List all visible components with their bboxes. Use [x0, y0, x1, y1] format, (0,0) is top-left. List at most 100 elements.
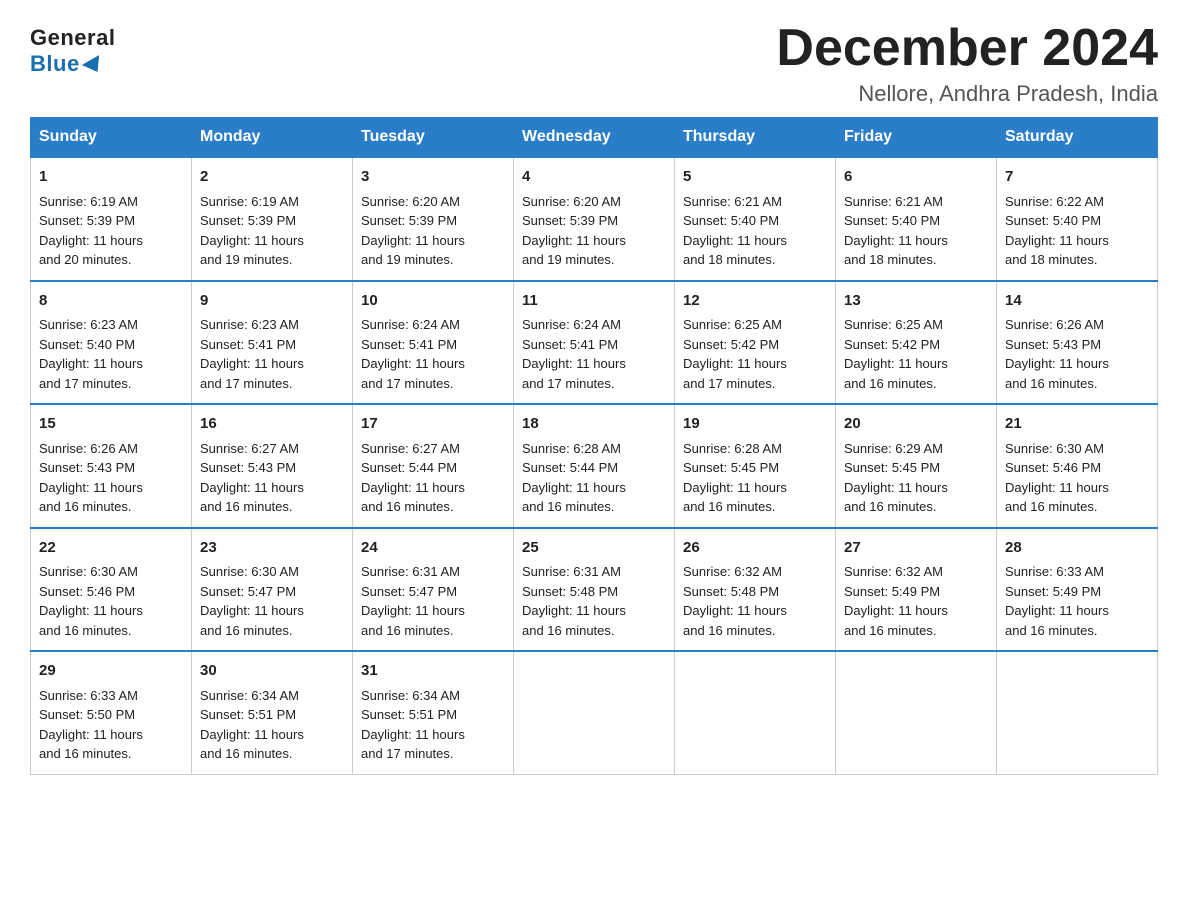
sunrise-text: Sunrise: 6:25 AM: [683, 315, 827, 335]
day-number: 14: [1005, 290, 1149, 313]
daylight-text-line2: and 16 minutes.: [39, 621, 183, 641]
sunset-text: Sunset: 5:40 PM: [39, 335, 183, 355]
calendar-cell-day-6: 6Sunrise: 6:21 AMSunset: 5:40 PMDaylight…: [836, 157, 997, 281]
day-number: 25: [522, 537, 666, 560]
calendar-week-row: 8Sunrise: 6:23 AMSunset: 5:40 PMDaylight…: [31, 281, 1158, 405]
sunrise-text: Sunrise: 6:24 AM: [361, 315, 505, 335]
calendar-cell-day-7: 7Sunrise: 6:22 AMSunset: 5:40 PMDaylight…: [997, 157, 1158, 281]
daylight-text-line1: Daylight: 11 hours: [361, 478, 505, 498]
daylight-text-line2: and 16 minutes.: [844, 374, 988, 394]
daylight-text-line1: Daylight: 11 hours: [683, 354, 827, 374]
sunrise-text: Sunrise: 6:33 AM: [1005, 562, 1149, 582]
sunrise-text: Sunrise: 6:29 AM: [844, 439, 988, 459]
calendar-cell-day-21: 21Sunrise: 6:30 AMSunset: 5:46 PMDayligh…: [997, 404, 1158, 528]
day-number: 8: [39, 290, 183, 313]
sunrise-text: Sunrise: 6:23 AM: [39, 315, 183, 335]
sunset-text: Sunset: 5:41 PM: [361, 335, 505, 355]
daylight-text-line1: Daylight: 11 hours: [844, 354, 988, 374]
daylight-text-line1: Daylight: 11 hours: [683, 601, 827, 621]
day-number: 12: [683, 290, 827, 313]
sunset-text: Sunset: 5:42 PM: [844, 335, 988, 355]
sunrise-text: Sunrise: 6:31 AM: [361, 562, 505, 582]
calendar-cell-day-18: 18 Sunrise: 6:28 AMSunset: 5:44 PMDayligh…: [514, 404, 675, 528]
calendar-cell-day-2: 2Sunrise: 6:19 AMSunset: 5:39 PMDaylight…: [192, 157, 353, 281]
day-number: 26: [683, 537, 827, 560]
daylight-text-line2: and 16 minutes.: [39, 497, 183, 517]
calendar-cell-day-30: 30Sunrise: 6:34 AMSunset: 5:51 PMDayligh…: [192, 651, 353, 774]
day-number: 21: [1005, 413, 1149, 436]
sunset-text: Sunset: 5:44 PM: [361, 458, 505, 478]
daylight-text-line1: Daylight: 11 hours: [522, 601, 666, 621]
daylight-text-line1: Daylight: 11 hours: [683, 231, 827, 251]
sunset-text: Sunset: 5:41 PM: [200, 335, 344, 355]
sunrise-text: Sunrise: 6:34 AM: [361, 686, 505, 706]
calendar-cell-day-11: 11Sunrise: 6:24 AMSunset: 5:41 PMDayligh…: [514, 281, 675, 405]
calendar-cell-day-13: 13Sunrise: 6:25 AMSunset: 5:42 PMDayligh…: [836, 281, 997, 405]
sunrise-text: Sunrise: 6:21 AM: [683, 192, 827, 212]
calendar-cell-empty: [675, 651, 836, 774]
daylight-text-line1: Daylight: 11 hours: [1005, 231, 1149, 251]
daylight-text-line2: and 17 minutes.: [361, 744, 505, 764]
calendar-cell-empty: [997, 651, 1158, 774]
sunset-text: Sunset: 5:45 PM: [683, 458, 827, 478]
sunrise-text: Sunrise: 6:28 AM: [683, 439, 827, 459]
calendar-cell-day-19: 19Sunrise: 6:28 AMSunset: 5:45 PMDayligh…: [675, 404, 836, 528]
daylight-text-line2: and 19 minutes.: [522, 250, 666, 270]
sunset-text: Sunset: 5:44 PM: [522, 458, 666, 478]
day-header-tuesday: Tuesday: [353, 118, 514, 158]
sunset-text: Sunset: 5:39 PM: [200, 211, 344, 231]
day-number: 17: [361, 413, 505, 436]
day-header-friday: Friday: [836, 118, 997, 158]
daylight-text-line1: Daylight: 11 hours: [844, 231, 988, 251]
calendar-header-row: SundayMondayTuesdayWednesdayThursdayFrid…: [31, 118, 1158, 158]
daylight-text-line2: and 18 minutes.: [1005, 250, 1149, 270]
daylight-text-line2: and 16 minutes.: [200, 744, 344, 764]
sunrise-text: Sunrise: 6:30 AM: [1005, 439, 1149, 459]
daylight-text-line2: and 17 minutes.: [522, 374, 666, 394]
sunset-text: Sunset: 5:43 PM: [1005, 335, 1149, 355]
daylight-text-line1: Daylight: 11 hours: [39, 354, 183, 374]
calendar-cell-day-16: 16Sunrise: 6:27 AMSunset: 5:43 PMDayligh…: [192, 404, 353, 528]
sunset-text: Sunset: 5:48 PM: [683, 582, 827, 602]
daylight-text-line2: and 16 minutes.: [361, 621, 505, 641]
sunrise-text: Sunrise: 6:27 AM: [200, 439, 344, 459]
daylight-text-line2: and 20 minutes.: [39, 250, 183, 270]
day-number: 29: [39, 660, 183, 683]
sunset-text: Sunset: 5:51 PM: [361, 705, 505, 725]
daylight-text-line2: and 16 minutes.: [683, 621, 827, 641]
daylight-text-line2: and 18 minutes.: [683, 250, 827, 270]
day-number: 4: [522, 166, 666, 189]
daylight-text-line1: Daylight: 11 hours: [522, 478, 666, 498]
sunrise-text: Sunrise: 6:20 AM: [361, 192, 505, 212]
sunset-text: Sunset: 5:46 PM: [39, 582, 183, 602]
calendar-cell-day-24: 24Sunrise: 6:31 AMSunset: 5:47 PMDayligh…: [353, 528, 514, 652]
daylight-text-line2: and 16 minutes.: [1005, 374, 1149, 394]
daylight-text-line1: Daylight: 11 hours: [200, 725, 344, 745]
daylight-text-line1: Daylight: 11 hours: [200, 231, 344, 251]
daylight-text-line1: Daylight: 11 hours: [1005, 478, 1149, 498]
calendar-cell-day-12: 12Sunrise: 6:25 AMSunset: 5:42 PMDayligh…: [675, 281, 836, 405]
daylight-text-line2: and 16 minutes.: [200, 497, 344, 517]
sunset-text: Sunset: 5:40 PM: [1005, 211, 1149, 231]
daylight-text-line2: and 17 minutes.: [39, 374, 183, 394]
day-number: 20: [844, 413, 988, 436]
day-header-wednesday: Wednesday: [514, 118, 675, 158]
sunrise-text: Sunrise: 6:32 AM: [844, 562, 988, 582]
calendar-week-row: 22Sunrise: 6:30 AMSunset: 5:46 PMDayligh…: [31, 528, 1158, 652]
day-number: 18: [522, 413, 666, 436]
sunset-text: Sunset: 5:48 PM: [522, 582, 666, 602]
day-number: 19: [683, 413, 827, 436]
sunrise-text: Sunrise: 6:23 AM: [200, 315, 344, 335]
day-header-saturday: Saturday: [997, 118, 1158, 158]
daylight-text-line2: and 16 minutes.: [200, 621, 344, 641]
sunset-text: Sunset: 5:47 PM: [200, 582, 344, 602]
day-number: 15: [39, 413, 183, 436]
daylight-text-line1: Daylight: 11 hours: [361, 354, 505, 374]
calendar-week-row: 15Sunrise: 6:26 AMSunset: 5:43 PMDayligh…: [31, 404, 1158, 528]
sunrise-text: Sunrise: 6:28 AM: [522, 439, 666, 459]
sunrise-text: Sunrise: 6:27 AM: [361, 439, 505, 459]
sunset-text: Sunset: 5:39 PM: [522, 211, 666, 231]
daylight-text-line2: and 19 minutes.: [200, 250, 344, 270]
calendar-cell-day-9: 9Sunrise: 6:23 AMSunset: 5:41 PMDaylight…: [192, 281, 353, 405]
day-number: 30: [200, 660, 344, 683]
